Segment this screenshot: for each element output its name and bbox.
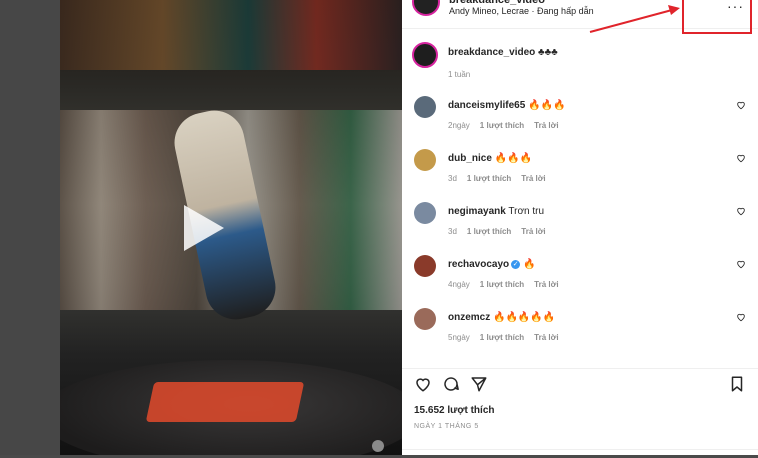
video-floor-logo (145, 382, 305, 422)
comment-likes[interactable]: 1 lượt thích (467, 227, 511, 236)
caption: breakdance_video ♣♣♣ (448, 47, 558, 58)
comment-likes[interactable]: 1 lượt thích (480, 333, 524, 342)
reply-button[interactable]: Trả lời (534, 333, 558, 342)
comment-item: onzemcz 🔥🔥🔥🔥🔥 5ngày 1 lượt thích Trả lời (402, 308, 758, 358)
comment-time: 2ngày (448, 121, 470, 130)
comment-text: 🔥🔥🔥 (528, 100, 566, 111)
comment-avatar[interactable] (414, 149, 436, 171)
play-icon[interactable] (184, 205, 224, 251)
highlight-box (682, 0, 752, 34)
comment-text: 🔥🔥🔥🔥🔥 (493, 312, 556, 323)
video-player[interactable] (60, 0, 402, 455)
mute-icon[interactable] (372, 440, 384, 452)
comment-text: 🔥🔥🔥 (494, 153, 533, 164)
comment-avatar[interactable] (414, 96, 436, 118)
comment-time: 3d (448, 174, 457, 183)
caption-avatar[interactable] (412, 42, 438, 68)
verified-badge-icon: ✓ (511, 259, 521, 269)
share-send-icon[interactable] (470, 375, 488, 393)
comment-text: 🔥 (522, 259, 536, 270)
likes-count[interactable]: 15.652 lượt thích (414, 405, 495, 416)
comment-avatar[interactable] (414, 255, 436, 277)
caption-text: ♣♣♣ (538, 47, 558, 58)
heart-icon[interactable] (736, 206, 746, 216)
reply-button[interactable]: Trả lời (521, 227, 545, 236)
comment-likes[interactable]: 1 lượt thích (480, 121, 524, 130)
post-panel: breakdance_video Andy Mineo, Lecrae · Đa… (402, 0, 758, 455)
comment-item: danceismylife65 🔥🔥🔥 2ngày 1 lượt thích Trả… (402, 96, 758, 146)
comment-avatar[interactable] (414, 308, 436, 330)
like-heart-icon[interactable] (414, 375, 432, 393)
comment-likes[interactable]: 1 lượt thích (480, 280, 524, 289)
author-avatar[interactable] (412, 0, 440, 16)
comment-username[interactable]: onzemcz (448, 312, 490, 323)
reply-button[interactable]: Trả lời (521, 174, 545, 183)
caption-time: 1 tuần (448, 70, 471, 79)
heart-icon[interactable] (736, 259, 746, 269)
comment-time: 5ngày (448, 333, 470, 342)
comment-bubble-icon[interactable] (442, 375, 460, 393)
reply-button[interactable]: Trả lời (534, 280, 558, 289)
video-banner (60, 0, 402, 70)
add-comment-bar[interactable] (402, 449, 758, 458)
comment-username[interactable]: rechavocayo (448, 259, 509, 270)
comment-likes[interactable]: 1 lượt thích (467, 174, 511, 183)
comment-username[interactable]: negimayank (448, 206, 506, 217)
comment-item: negimayank Trơn tru 3d 1 lượt thích Trả lờ… (402, 202, 758, 252)
comment-time: 3d (448, 227, 457, 236)
comment-username[interactable]: danceismylife65 (448, 100, 525, 111)
post-date: NGÀY 1 THÁNG 5 (414, 423, 479, 430)
backdrop (0, 0, 60, 455)
comment-item: dub_nice 🔥🔥🔥 3d 1 lượt thích Trả lời (402, 149, 758, 199)
comment-item: rechavocayo ✓ 🔥 4ngày 1 lượt thích Trả lời (402, 255, 758, 305)
caption-username[interactable]: breakdance_video (448, 47, 535, 58)
post-actions: 15.652 lượt thích NGÀY 1 THÁNG 5 (402, 368, 758, 456)
comment-username[interactable]: dub_nice (448, 153, 492, 164)
heart-icon[interactable] (736, 153, 746, 163)
heart-icon[interactable] (736, 312, 746, 322)
comment-text: Trơn tru (508, 206, 545, 217)
heart-icon[interactable] (736, 100, 746, 110)
comment-time: 4ngày (448, 280, 470, 289)
comment-avatar[interactable] (414, 202, 436, 224)
save-bookmark-icon[interactable] (728, 375, 746, 393)
reply-button[interactable]: Trả lời (534, 121, 558, 130)
audio-subtitle[interactable]: Andy Mineo, Lecrae · Đang hấp dẫn (449, 6, 594, 16)
